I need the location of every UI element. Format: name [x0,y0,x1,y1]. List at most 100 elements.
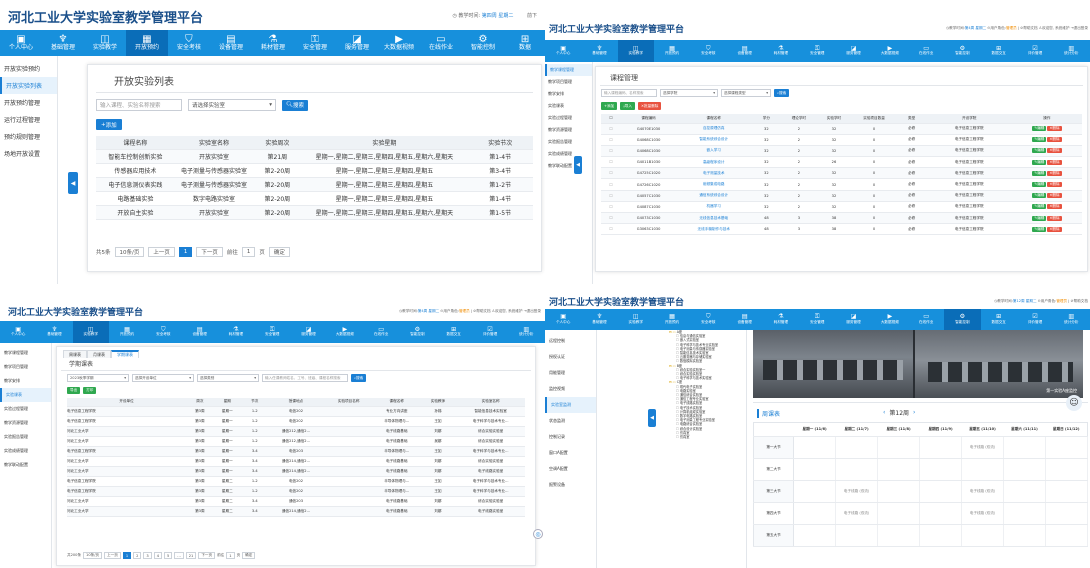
course-name-link[interactable]: 通信系统综合设计 [676,190,752,202]
row-checkbox[interactable]: ☐ [601,145,622,158]
nav-item-9[interactable]: ▶ 大数据视频 [327,321,363,343]
course-name-link[interactable]: 射频集成电路 [676,178,752,191]
edit-button[interactable]: ✎编辑 [1032,182,1047,188]
course-name-link[interactable]: 无线手機制作与技术 [676,223,752,236]
sidebar-item-2[interactable]: 开放预约管理 [0,94,57,111]
sidebar-item-1[interactable]: 教学项目管理 [0,360,51,374]
export-button[interactable]: 导出 [67,387,81,394]
nav-item-10[interactable]: ▭ 在线作业 [363,321,399,343]
nav-item-4[interactable]: ⛉ 安全考核 [690,40,726,62]
row-checkbox[interactable]: ☐ [601,123,622,135]
unit-select[interactable]: 选择开设单位 ▾ [132,374,194,382]
nav-item-13[interactable]: ☑ 评价管理 [1017,40,1053,62]
goto-input[interactable]: 1 [226,552,235,559]
nav-item-3[interactable]: ▦ 开放预约 [654,309,690,330]
course-name-link[interactable]: 机器学习 [676,201,752,214]
nav-item-14[interactable]: ▥ 统计分析 [508,321,544,343]
nav-item-5[interactable]: ▤ 设备管理 [726,40,762,62]
table-row[interactable]: 开放自主实验 开放实验室 第2-20周 星期一,星期二,星期三,星期四,星期五,星期六… [96,205,533,220]
nav-item-5[interactable]: ▤ 设备管理 [726,309,762,330]
goto-input[interactable]: 1 [241,247,256,257]
tab-2[interactable]: 学期课表 [111,350,139,358]
page-button[interactable]: 3 [143,552,152,559]
confirm-button[interactable]: 确定 [268,247,290,257]
nav-item-13[interactable]: ☑ 评价管理 [1017,309,1053,330]
sidebar-item-3[interactable]: 实验课表 [0,388,51,402]
sidebar-item-3[interactable]: 实验课表 [545,100,592,112]
nav-item-1[interactable]: ♆ 基础管理 [36,321,72,343]
table-row[interactable]: 智能车控制创新实验 开放实验室 第21周 星期一,星期二,星期三,星期四,星期五,星期… [96,149,533,164]
sidebar-item-5[interactable]: 教学资源管理 [545,124,592,136]
sidebar-item-6[interactable]: 实验报告管理 [545,136,592,148]
sidebar-item-7[interactable]: 窗口A配置 [545,445,596,461]
collapse-toggle[interactable]: ◀ [68,172,78,194]
nav-item-11[interactable]: ⚙ 智能控制 [944,309,981,330]
row-checkbox[interactable]: ☐ [601,190,622,202]
nav-item-10[interactable]: ▭ 在线作业 [908,40,944,62]
college-select[interactable]: 选择学院 ▾ [660,89,718,97]
course-name-link[interactable]: 嵌入学习 [676,145,752,158]
search-input[interactable]: 输入任课教师姓名、工号、班级、课程名称搜索 [262,374,348,382]
nav-item-7[interactable]: ⚿ 安全管理 [294,30,336,56]
sidebar-item-3[interactable]: 运行过程管理 [0,111,57,128]
sidebar-item-6[interactable]: 控制记录 [545,429,596,445]
page-button[interactable]: 1 [122,552,132,559]
table-row[interactable]: 电子信息测仪表实践 电子测量与传感器实验室 第2-20周 星期一,星期二,星期三,星期… [96,177,533,192]
nav-item-2[interactable]: ◫ 实验教学 [72,321,109,343]
nav-item-11[interactable]: ⚙ 智能控制 [399,321,435,343]
course-name-link[interactable]: 电子测量技术 [676,167,752,180]
class-cell[interactable]: 电子线路 (双流) [961,436,1004,459]
sidebar-item-2[interactable]: 用能管理 [545,365,596,381]
lab-select[interactable]: 请选择实验室 ▾ [188,99,276,111]
nav-item-12[interactable]: ⊞ 数据 [504,30,545,56]
sidebar-item-9[interactable]: 报警设备 [545,477,596,493]
nav-item-5[interactable]: ▤ 设备管理 [181,321,217,343]
sidebar-item-2[interactable]: 教学安排 [0,374,51,388]
nav-item-0[interactable]: ▣ 个人中心 [545,40,581,62]
nav-item-10[interactable]: ▭ 在线作业 [908,309,944,330]
sidebar-item-5[interactable]: 场地开放设置 [0,145,57,162]
next-page-button[interactable]: 下一页 [198,552,216,559]
select-all-checkbox[interactable]: ☐ [609,116,612,120]
assistant-icon[interactable]: ☺ [1066,395,1082,411]
nav-item-7[interactable]: ⚿ 安全管理 [799,40,835,62]
sidebar-item-4[interactable]: 实验过程管理 [0,402,51,416]
delete-button[interactable]: ✕删除 [1047,204,1062,210]
nav-item-8[interactable]: ◪ 服务管理 [835,309,871,330]
row-checkbox[interactable]: ☐ [601,167,622,180]
term-select[interactable]: 2023秋季学期 ▾ [67,374,129,382]
sidebar-item-5[interactable]: 教学资源管理 [0,416,51,430]
nav-item-3[interactable]: ▦ 开放预约 [654,40,690,62]
collapse-toggle[interactable]: ◀ [648,409,656,427]
edit-button[interactable]: ✎编辑 [1032,193,1047,199]
nav-item-13[interactable]: ☑ 评价管理 [472,321,508,343]
edit-button[interactable]: ✎编辑 [1032,159,1047,165]
nav-item-14[interactable]: ▥ 统计分析 [1053,40,1089,62]
delete-button[interactable]: ✕删除 [1047,159,1062,165]
edit-button[interactable]: ✎编辑 [1032,126,1047,132]
nav-item-2[interactable]: ◫ 实验教学 [617,40,654,62]
logout-link[interactable]: 退出登录 [527,309,541,313]
delete-button[interactable]: ✕删除 [1047,126,1062,132]
edit-button[interactable]: ✎编辑 [1032,226,1047,232]
nav-item-4[interactable]: ⛉ 安全考核 [145,321,181,343]
prev-week-button[interactable]: ‹ [883,409,885,416]
nav-item-9[interactable]: ▶ 大数据视频 [378,30,420,56]
delete-button[interactable]: ✕删除 [1047,226,1062,232]
search-button[interactable]: ⌕ 搜索 [351,374,367,382]
sidebar-item-4[interactable]: 预约规则管理 [0,128,57,145]
nav-item-5[interactable]: ▤ 设备管理 [210,30,252,56]
edit-button[interactable]: ✎编辑 [1032,215,1047,221]
edit-button[interactable]: ✎编辑 [1032,148,1047,154]
nav-item-14[interactable]: ▥ 统计分析 [1053,309,1089,330]
nav-item-6[interactable]: ⚗ 耗材管理 [252,30,294,56]
search-button[interactable]: ⌕ 搜索 [774,89,790,97]
page-button[interactable]: 2 [133,552,142,559]
course-type-select[interactable]: 选择课程类型 ▾ [721,89,771,97]
nav-item-8[interactable]: ◪ 服务管理 [835,40,871,62]
row-checkbox[interactable]: ☐ [601,178,622,191]
edit-button[interactable]: ✎编辑 [1032,204,1047,210]
delete-button[interactable]: ✕删除 [1047,148,1062,154]
delete-button[interactable]: ✕删除 [1047,170,1062,176]
delete-button[interactable]: ✕删除 [1047,193,1062,199]
